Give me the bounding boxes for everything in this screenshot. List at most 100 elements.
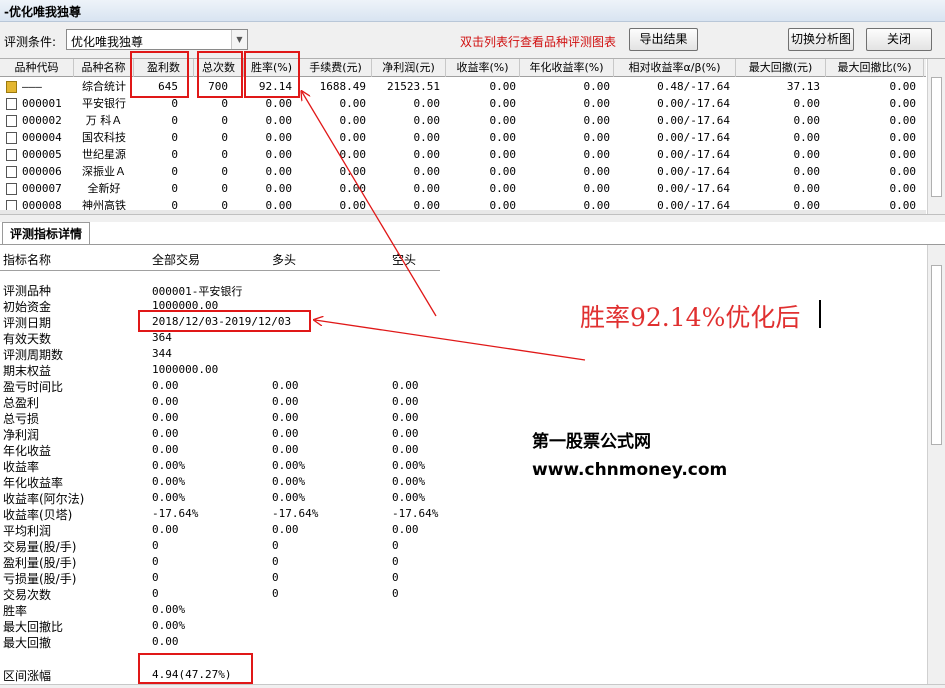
- detail-row: 最大回撤 0.00: [0, 633, 450, 650]
- cell-ret: 0.00: [489, 131, 517, 144]
- detail-value-short: 0: [392, 555, 399, 568]
- cell-ret: 0.00: [489, 114, 517, 127]
- cell-name: 国农科技: [82, 131, 126, 144]
- detail-value-short: 0.00: [392, 523, 419, 536]
- grid-vertical-scrollbar[interactable]: [927, 59, 945, 215]
- table-row[interactable]: 000004 国农科技 0 0 0.00 0.00 0.00 0.00 0.00 0.00/-17…: [0, 129, 926, 146]
- detail-value-long: 0.00: [272, 395, 299, 408]
- cell-fee: 0.00: [339, 97, 367, 110]
- summary-folder-icon: [6, 81, 17, 93]
- detail-value-long: 0: [272, 555, 279, 568]
- detail-row: 盈利量(股/手) 0 0 0: [0, 553, 450, 570]
- cell-ddr: 0.00: [889, 148, 917, 161]
- detail-value-short: 0: [392, 587, 399, 600]
- cell-ddr: 0.00: [889, 114, 917, 127]
- cell-profit: 0.00: [413, 148, 441, 161]
- export-button[interactable]: 导出结果: [629, 28, 698, 51]
- detail-header: 指标名称 全部交易 多头 空头: [0, 245, 440, 271]
- cell-ddr: 0.00: [889, 182, 917, 195]
- detail-value-all: 0.00: [152, 635, 179, 648]
- condition-select[interactable]: 优化唯我独尊 ▼: [66, 29, 248, 50]
- bottom-edge: [0, 684, 945, 688]
- table-row[interactable]: 000002 万 科Ａ 0 0 0.00 0.00 0.00 0.00 0.00 0.00/-17…: [0, 112, 926, 129]
- cell-annual: 0.00: [583, 182, 611, 195]
- cell-ret: 0.00: [489, 80, 517, 93]
- watermark-url: www.chnmoney.com: [532, 460, 728, 480]
- detail-vertical-scrollbar[interactable]: [927, 245, 945, 688]
- cell-alpha: 0.00/-17.64: [657, 148, 730, 161]
- detail-value-all: 0.00: [152, 427, 179, 440]
- cell-win: 0: [171, 182, 178, 195]
- chevron-down-icon[interactable]: ▼: [231, 30, 247, 49]
- detail-value-all: 0.00: [152, 523, 179, 536]
- cell-fee: 0.00: [339, 148, 367, 161]
- close-button[interactable]: 关闭: [866, 28, 932, 51]
- detail-row: 胜率 0.00%: [0, 601, 450, 618]
- detail-value-all: 364: [152, 331, 172, 344]
- cell-total: 0: [221, 148, 228, 161]
- cell-code: 000004: [22, 131, 62, 144]
- window-titlebar: -优化唯我独尊: [0, 0, 945, 22]
- detail-value-long: 0.00: [272, 411, 299, 424]
- highlight-win-rate: [244, 51, 300, 98]
- column-header-alpha-beta[interactable]: 相对收益率α/β(%): [614, 59, 736, 77]
- document-icon: [6, 132, 17, 144]
- table-row[interactable]: 000006 深振业Ａ 0 0 0.00 0.00 0.00 0.00 0.00 0.00/-17…: [0, 163, 926, 180]
- switch-chart-button[interactable]: 切换分析图: [788, 28, 854, 51]
- detail-row: 评测品种 000001-平安银行: [0, 281, 450, 298]
- detail-row: 最大回撤比 0.00%: [0, 617, 450, 634]
- detail-row: 评测周期数 344: [0, 345, 450, 362]
- detail-value-all: 0: [152, 571, 159, 584]
- cell-name: 全新好: [87, 182, 121, 195]
- column-header-code[interactable]: 品种代码: [0, 59, 74, 77]
- detail-value-all: 0.00%: [152, 459, 186, 472]
- detail-value-all: 0: [152, 555, 159, 568]
- detail-value-long: 0.00: [272, 443, 299, 456]
- detail-row: 平均利润 0.00 0.00 0.00: [0, 521, 450, 538]
- grid-scroll-thumb[interactable]: [931, 77, 942, 197]
- cell-annual: 0.00: [583, 165, 611, 178]
- detail-row: 盈亏时间比 0.00 0.00 0.00: [0, 377, 450, 394]
- detail-value-short: 0.00%: [392, 491, 426, 504]
- document-icon: [6, 183, 17, 195]
- table-row[interactable]: 000005 世纪星源 0 0 0.00 0.00 0.00 0.00 0.00 0.00/-17…: [0, 146, 926, 163]
- detail-value-all: -17.64%: [152, 507, 199, 520]
- column-header-profit[interactable]: 净利润(元): [372, 59, 446, 77]
- cell-fee: 0.00: [339, 182, 367, 195]
- column-header-annual[interactable]: 年化收益率(%): [520, 59, 614, 77]
- cell-annual: 0.00: [583, 131, 611, 144]
- detail-value-all: 0.00: [152, 379, 179, 392]
- cell-name: 万 科Ａ: [85, 114, 123, 127]
- detail-row: 期末权益 1000000.00: [0, 361, 450, 378]
- table-row[interactable]: 000007 全新好 0 0 0.00 0.00 0.00 0.00 0.00 0.00/-17.…: [0, 180, 926, 197]
- detail-value-long: 0: [272, 571, 279, 584]
- text-caret: [819, 300, 821, 328]
- cell-total: 0: [221, 131, 228, 144]
- detail-value-long: 0.00%: [272, 475, 306, 488]
- detail-scroll-thumb[interactable]: [931, 265, 942, 445]
- tab-metrics-detail[interactable]: 评测指标详情: [2, 222, 90, 245]
- detail-value-all: 0: [152, 587, 159, 600]
- window-title: -优化唯我独尊: [4, 5, 81, 19]
- cell-dd: 0.00: [793, 165, 821, 178]
- column-header-fee[interactable]: 手续费(元): [300, 59, 372, 77]
- cell-code: 000005: [22, 148, 62, 161]
- column-header-drawdown[interactable]: 最大回撤(元): [736, 59, 826, 77]
- detail-value-short: -17.64%: [392, 507, 439, 520]
- cell-code: 000007: [22, 182, 62, 195]
- column-header-name[interactable]: 品种名称: [74, 59, 134, 77]
- cell-alpha: 0.00/-17.64: [657, 114, 730, 127]
- cell-ret: 0.00: [489, 182, 517, 195]
- column-header-drawdown-ratio[interactable]: 最大回撤比(%): [826, 59, 924, 77]
- splitter[interactable]: [0, 214, 945, 222]
- highlight-range-gain: [138, 653, 253, 684]
- hint-text: 双击列表行查看品种评测图表: [460, 35, 617, 49]
- cell-profit: 21523.51: [387, 80, 440, 93]
- cell-dd: 0.00: [793, 97, 821, 110]
- detail-value-short: 0: [392, 539, 399, 552]
- document-icon: [6, 115, 17, 127]
- column-header-return[interactable]: 收益率(%): [446, 59, 520, 77]
- cell-ret: 0.00: [489, 97, 517, 110]
- cell-annual: 0.00: [583, 97, 611, 110]
- cell-win: 0: [171, 114, 178, 127]
